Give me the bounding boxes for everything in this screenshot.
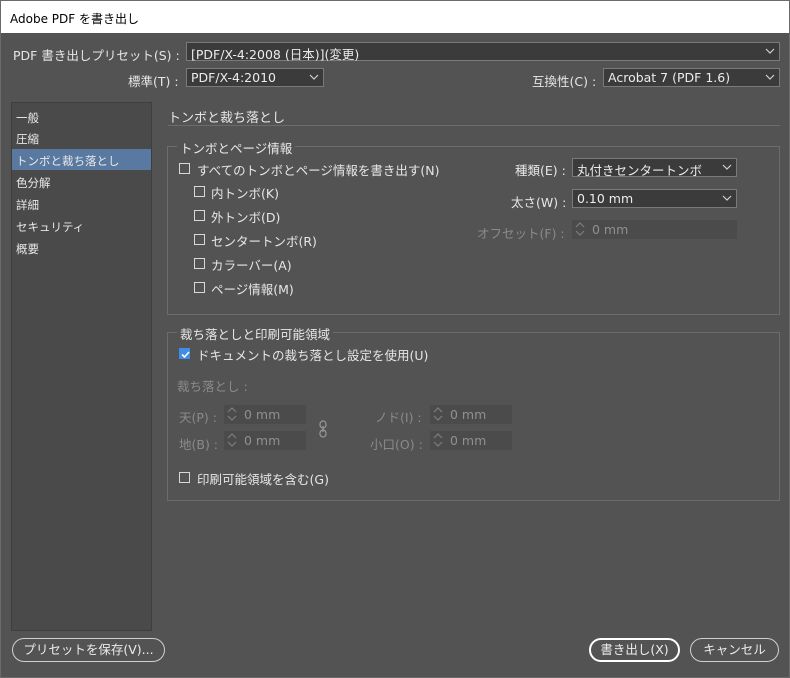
category-sidebar: 一般 圧縮 トンボと裁ち落とし 色分解 詳細 セキュリティ 概要 [11,102,152,631]
bleed-bottom-field[interactable]: 0 mm [224,431,306,450]
mark-type-value: 丸付きセンタートンボ [577,163,703,178]
standard-label: 標準(T) : [128,74,179,89]
page-info-checkbox[interactable] [194,282,205,293]
color-bars-label: カラーバー(A) [211,258,292,273]
bleed-marks-checkbox[interactable] [194,210,205,221]
window-title: Adobe PDF を書き出し [10,12,139,26]
standard-value: PDF/X-4:2010 [191,70,276,85]
crop-marks-label: 内トンボ(K) [211,186,279,201]
spinner-icon[interactable] [227,432,237,448]
export-button[interactable]: 書き出し(X) [589,638,680,662]
registration-marks-label: センタートンボ(R) [211,234,317,249]
bleed-bottom-value: 0 mm [244,433,281,448]
compat-dropdown[interactable]: Acrobat 7 (PDF 1.6) [603,68,780,87]
sidebar-item-summary[interactable]: 概要 [12,237,151,258]
chevron-down-icon [309,72,319,82]
sidebar-item-marks-and-bleeds[interactable]: トンボと裁ち落とし [12,149,151,170]
registration-marks-checkbox[interactable] [194,234,205,245]
bleed-bottom-label: 地(B) : [179,437,219,452]
marks-group-title: トンボとページ情報 [177,138,296,157]
bleed-outside-field[interactable]: 0 mm [430,431,512,450]
bleed-inside-label: ノド(I) : [375,410,422,425]
export-pdf-dialog: Adobe PDF を書き出し PDF 書き出しプリセット(S) : [PDF/… [0,0,790,678]
chevron-down-icon [722,193,732,203]
bleed-group-title: 裁ち落としと印刷可能領域 [177,324,334,343]
save-preset-button[interactable]: プリセットを保存(V)... [12,638,165,662]
page-info-label: ページ情報(M) [211,282,294,297]
checkmark-icon [181,351,190,359]
sidebar-item-general[interactable]: 一般 [12,106,151,127]
mark-type-dropdown[interactable]: 丸付きセンタートンボ [572,158,737,178]
bleed-outside-value: 0 mm [450,433,487,448]
sidebar-item-compression[interactable]: 圧縮 [12,127,151,148]
section-divider [168,125,780,126]
mark-weight-dropdown[interactable]: 0.10 mm [572,189,737,208]
bleed-outside-label: 小口(O) : [370,437,423,452]
section-title: トンボと裁ち落とし [168,111,286,126]
sidebar-item-advanced[interactable]: 詳細 [12,193,151,214]
bleed-marks-label: 外トンボ(D) [211,210,281,225]
use-document-bleed-label: ドキュメントの裁ち落とし設定を使用(U) [197,348,429,363]
spinner-icon[interactable] [433,432,443,448]
spinner-icon[interactable] [575,221,585,237]
sidebar-item-output[interactable]: 色分解 [12,171,151,192]
preset-label: PDF 書き出しプリセット(S) : [13,48,180,63]
crop-marks-checkbox[interactable] [194,186,205,197]
mark-weight-value: 0.10 mm [577,191,634,206]
chevron-down-icon [722,162,732,172]
spinner-icon[interactable] [433,406,443,422]
offset-value: 0 mm [592,222,629,237]
bleed-inside-value: 0 mm [450,407,487,422]
compat-label: 互換性(C) : [532,74,597,89]
use-document-bleed-checkbox[interactable] [179,348,190,359]
mark-weight-label: 太さ(W) : [511,195,567,210]
chevron-down-icon [765,46,775,56]
offset-label: オフセット(F) : [477,226,565,241]
bleed-top-field[interactable]: 0 mm [224,405,306,424]
spinner-icon[interactable] [227,406,237,422]
sidebar-item-security[interactable]: セキュリティ [12,215,151,236]
offset-field[interactable]: 0 mm [572,220,737,239]
bleed-heading-label: 裁ち落とし : [177,379,248,394]
preset-value: [PDF/X-4:2008 (日本)](変更) [191,47,360,62]
color-bars-checkbox[interactable] [194,258,205,269]
chevron-down-icon [765,72,775,82]
bleed-top-value: 0 mm [244,407,281,422]
include-slug-label: 印刷可能領域を含む(G) [197,472,329,487]
compat-value: Acrobat 7 (PDF 1.6) [608,70,731,85]
mark-type-label: 種類(E) : [515,163,566,178]
title-bar: Adobe PDF を書き出し [1,1,789,33]
bleed-top-label: 天(P) : [179,410,217,425]
all-marks-label: すべてのトンボとページ情報を書き出す(N) [197,163,440,178]
include-slug-checkbox[interactable] [179,472,190,483]
bleed-inside-field[interactable]: 0 mm [430,405,512,424]
standard-dropdown[interactable]: PDF/X-4:2010 [186,68,324,87]
cancel-button[interactable]: キャンセル [690,638,779,662]
chain-link-icon[interactable] [318,420,328,438]
all-marks-checkbox[interactable] [179,163,190,174]
preset-dropdown[interactable]: [PDF/X-4:2008 (日本)](変更) [186,42,780,62]
